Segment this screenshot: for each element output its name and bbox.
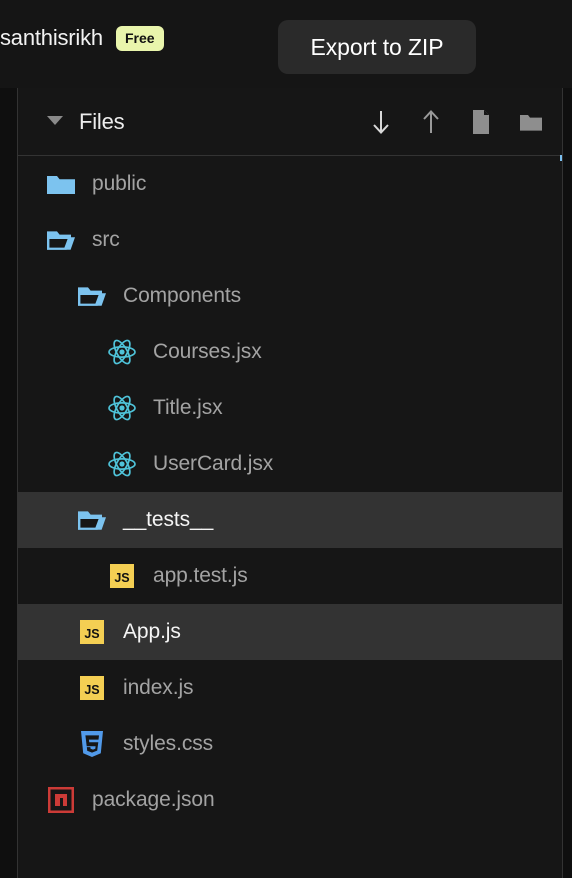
plan-badge: Free	[115, 25, 164, 51]
js-icon: JS	[77, 617, 107, 647]
svg-text:JS: JS	[114, 571, 129, 585]
js-icon: JS	[107, 561, 137, 591]
tree-item-label: styles.css	[123, 732, 214, 755]
tree-item-usercard-jsx[interactable]: UserCard.jsx	[18, 436, 562, 492]
js-icon: JS	[77, 673, 107, 703]
tree-item-label: app.test.js	[153, 564, 248, 587]
tree-item-styles-css[interactable]: styles.css	[18, 716, 562, 772]
tree-item-label: src	[92, 228, 120, 251]
tree-item-src[interactable]: src	[18, 212, 562, 268]
top-bar: santhisrikh Free Export to ZIP	[0, 0, 572, 88]
caret-down-icon[interactable]	[47, 115, 63, 128]
tree-item-package-json[interactable]: package.json	[18, 772, 562, 828]
download-icon[interactable]	[368, 107, 394, 137]
svg-text:JS: JS	[84, 627, 99, 641]
files-panel: Files public src Components Courses.jsx …	[17, 88, 563, 878]
folder-open-icon	[46, 225, 76, 255]
upload-icon[interactable]	[418, 107, 444, 137]
react-icon	[107, 393, 137, 423]
username-label: santhisrikh	[0, 25, 103, 50]
tree-item-label: index.js	[123, 676, 194, 699]
tree-item-app-test-js[interactable]: JS app.test.js	[18, 548, 562, 604]
tree-item-label: App.js	[123, 620, 181, 643]
tree-item-label: __tests__	[123, 508, 214, 531]
files-panel-header: Files	[18, 88, 562, 161]
file-tree: public src Components Courses.jsx Title.jsx U…	[18, 156, 562, 828]
css-icon	[77, 729, 107, 759]
account-info: santhisrikh Free	[0, 25, 164, 51]
files-toolbar	[368, 88, 544, 155]
react-icon	[107, 449, 137, 479]
tree-item-public[interactable]: public	[18, 156, 562, 212]
tree-item-label: package.json	[92, 788, 215, 811]
tree-item-label: Components	[123, 284, 242, 307]
export-to-zip-button[interactable]: Export to ZIP	[278, 20, 476, 74]
tree-item-label: UserCard.jsx	[153, 452, 274, 475]
tree-item-app-js[interactable]: JS App.js	[18, 604, 562, 660]
tree-item-label: Title.jsx	[153, 396, 223, 419]
svg-text:JS: JS	[84, 683, 99, 697]
new-folder-icon[interactable]	[518, 107, 544, 137]
tree-item-components[interactable]: Components	[18, 268, 562, 324]
tree-item-courses-jsx[interactable]: Courses.jsx	[18, 324, 562, 380]
tree-item-label: public	[92, 172, 147, 195]
folder-closed-icon	[46, 169, 76, 199]
tree-item-title-jsx[interactable]: Title.jsx	[18, 380, 562, 436]
react-icon	[107, 337, 137, 367]
files-panel-title: Files	[79, 108, 125, 134]
tree-item-label: Courses.jsx	[153, 340, 262, 363]
npm-icon	[46, 785, 76, 815]
folder-open-icon	[77, 281, 107, 311]
tree-item-index-js[interactable]: JS index.js	[18, 660, 562, 716]
folder-open-icon	[77, 505, 107, 535]
file-explorer-app: santhisrikh Free Export to ZIP Files pub…	[0, 0, 572, 878]
new-file-icon[interactable]	[468, 107, 494, 137]
tree-item-tests[interactable]: __tests__	[18, 492, 562, 548]
